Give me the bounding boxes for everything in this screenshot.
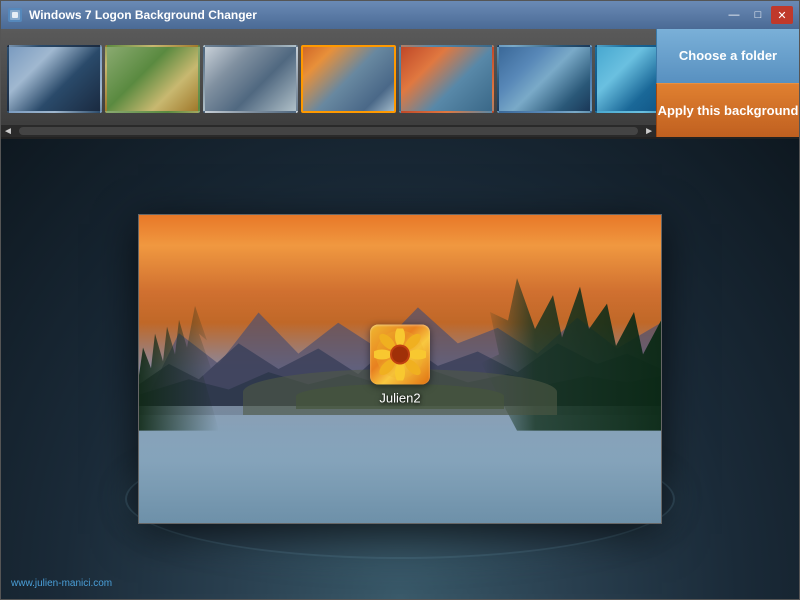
window-controls: — □ ✕ (723, 6, 793, 24)
maximize-button[interactable]: □ (747, 6, 769, 24)
scrollbar-track[interactable] (19, 127, 638, 135)
scroll-right-arrow[interactable]: ► (638, 126, 654, 137)
main-window: Windows 7 Logon Background Changer — □ ✕… (0, 0, 800, 600)
thumbnail-strip-container: ◄ ► (1, 29, 656, 137)
thumbnail-6[interactable] (497, 45, 592, 113)
action-buttons: Choose a folder Apply this background (656, 29, 799, 137)
website-url: www.julien-manici.com (11, 578, 112, 589)
close-button[interactable]: ✕ (771, 6, 793, 24)
thumbnail-5[interactable] (399, 45, 494, 113)
preview-background: Julien2 (139, 215, 661, 523)
toolbar: ◄ ► Choose a folder Apply this backgroun… (1, 29, 799, 139)
minimize-button[interactable]: — (723, 6, 745, 24)
choose-folder-button[interactable]: Choose a folder (656, 29, 799, 83)
thumbnail-scrollbar: ◄ ► (1, 125, 656, 137)
thumbnail-7[interactable] (595, 45, 656, 113)
username-label: Julien2 (379, 390, 420, 405)
thumbnail-3[interactable] (203, 45, 298, 113)
user-widget: Julien2 (370, 324, 430, 405)
window-title: Windows 7 Logon Background Changer (29, 8, 723, 22)
preview-window: Julien2 (138, 214, 662, 524)
thumbnail-2[interactable] (105, 45, 200, 113)
apply-background-button[interactable]: Apply this background (656, 83, 799, 138)
thumbnail-4[interactable] (301, 45, 396, 113)
scroll-left-arrow[interactable]: ◄ (3, 126, 19, 137)
user-avatar (370, 324, 430, 384)
thumbnail-strip (1, 29, 656, 125)
main-content: Julien2 www.julien-manici.com (1, 139, 799, 599)
app-icon (7, 7, 23, 23)
thumbnail-1[interactable] (7, 45, 102, 113)
titlebar: Windows 7 Logon Background Changer — □ ✕ (1, 1, 799, 29)
